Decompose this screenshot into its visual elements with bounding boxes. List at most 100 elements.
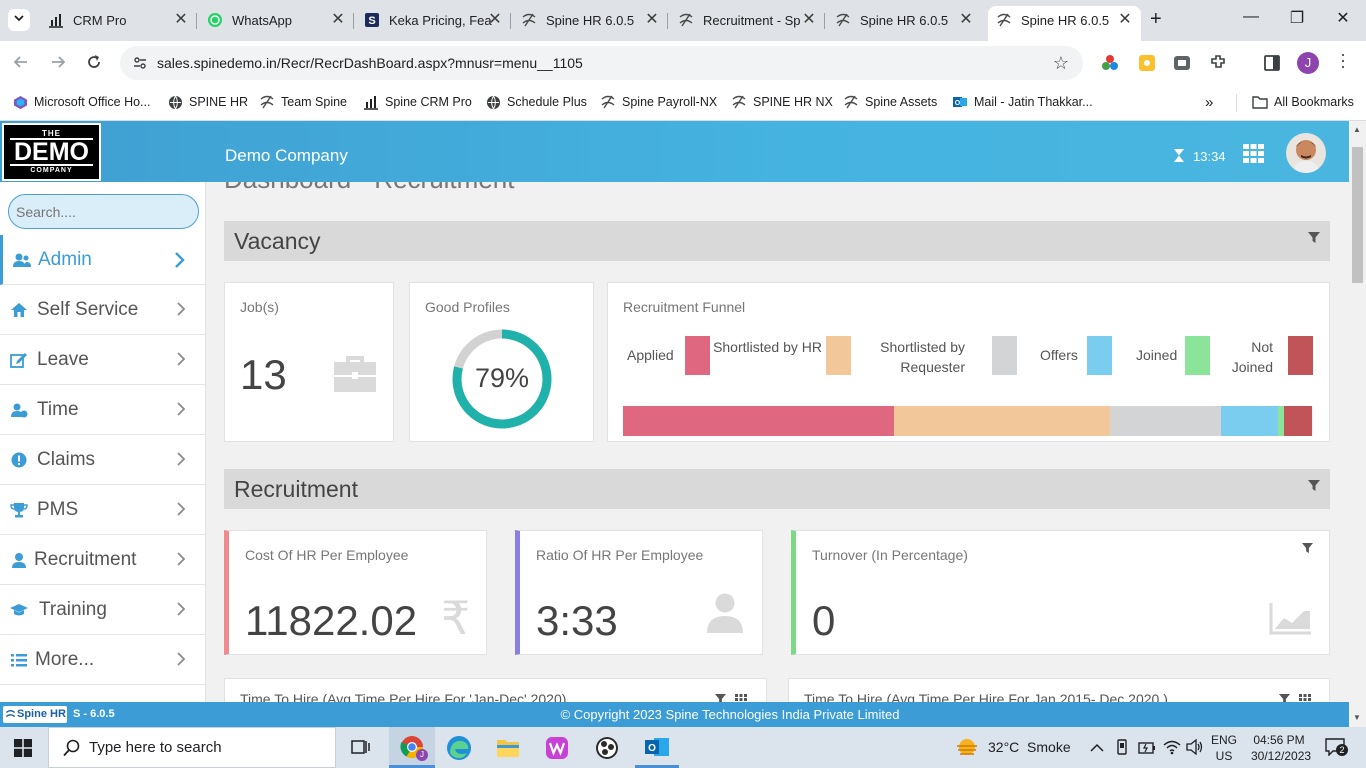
company-logo[interactable]: THE DEMO COMPANY [2,123,101,181]
sidebar-item-label: More... [35,648,95,670]
reload-button[interactable] [85,53,103,76]
system-clock[interactable]: 04:56 PM 30/12/2023 [1251,732,1311,764]
app-w-taskbar-icon[interactable] [545,736,569,765]
extension-grey-icon[interactable] [1173,54,1191,77]
extension-yellow-icon[interactable] [1138,54,1156,77]
browser-tab[interactable]: Spine HR 6.0.5 ✕ [515,6,668,34]
browser-tab[interactable]: Spine HR 6.0.5 ✕ [829,6,982,34]
bookmark-item[interactable]: Microsoft Office Ho... [12,94,150,110]
new-tab-button[interactable]: + [1150,8,1162,31]
file-explorer-taskbar-icon[interactable] [496,737,520,764]
browser-tab-active[interactable]: Spine HR 6.0.5 ✕ [988,6,1141,41]
sidebar-item-recruitment[interactable]: Recruitment [0,535,205,585]
bookmark-item[interactable]: O Mail - Jatin Thakkar... [952,94,1093,110]
scroll-up-icon[interactable]: ▲ [1353,125,1361,134]
restore-button[interactable]: ❐ [1274,8,1320,28]
user-avatar[interactable] [1286,133,1326,173]
funnel-segment[interactable] [623,406,895,436]
language-indicator[interactable]: ENG US [1211,732,1237,764]
sidebar-item-training[interactable]: Training [0,585,205,635]
extension-colorful-icon[interactable] [1101,54,1119,77]
sidebar-item-time[interactable]: Time [0,385,205,435]
users-icon [12,252,32,268]
notification-center-icon[interactable]: 2 [1325,738,1348,761]
task-view-icon[interactable] [351,738,371,761]
bookmark-item[interactable]: Team Spine [259,94,347,110]
wifi-icon[interactable] [1163,739,1181,760]
forward-button[interactable] [49,53,67,76]
funnel-segment[interactable] [1220,406,1279,436]
spine-icon [678,12,694,28]
weather-icon[interactable] [955,737,979,764]
sidebar-search-input[interactable] [8,194,199,229]
all-bookmarks-button[interactable]: All Bookmarks [1252,94,1354,110]
tray-chevron-up-icon[interactable] [1090,740,1104,758]
bookmark-item[interactable]: SPINE HR NX [731,94,833,110]
taskbar-search-box[interactable]: Type here to search [48,727,336,768]
filter-icon[interactable] [1308,231,1320,249]
sidebar-item-admin[interactable]: Admin [0,235,205,285]
close-tab-icon[interactable]: ✕ [1117,11,1133,29]
funnel-segment[interactable] [1283,406,1312,436]
filter-icon[interactable] [715,692,726,702]
tab-search-button[interactable] [8,9,30,31]
apps-grid-icon[interactable] [1243,144,1264,168]
sidebar-item-pms[interactable]: PMS [0,485,205,535]
extensions-puzzle-icon[interactable] [1209,53,1227,76]
battery-icon[interactable] [1138,741,1156,759]
filter-icon[interactable] [1279,692,1290,702]
bookmark-star-icon[interactable]: ☆ [1053,53,1069,74]
scroll-thumb[interactable] [1352,147,1363,283]
close-tab-icon[interactable]: ✕ [330,11,346,29]
grid-menu-icon[interactable] [1299,692,1311,702]
tab-title: CRM Pro [73,12,127,28]
back-button[interactable] [12,53,30,76]
close-tab-icon[interactable]: ✕ [644,11,660,29]
cost-value: 11822.02 [245,597,418,644]
bookmark-item[interactable]: Spine Payroll-NX [600,94,717,110]
sidebar: Admin Self Service Leave Time Claims PMS… [0,182,206,702]
filter-icon[interactable] [1302,541,1313,559]
weather-text[interactable]: 32°C Smoke [988,739,1071,755]
site-info-icon[interactable] [132,55,148,76]
obs-taskbar-icon[interactable] [595,736,619,765]
bookmark-item[interactable]: Schedule Plus [485,94,587,110]
company-name: Demo Company [225,146,348,165]
taskbar-search-placeholder: Type here to search [89,739,222,756]
sidebar-item-claims[interactable]: Claims [0,435,205,485]
bookmark-item[interactable]: SPINE HR [167,94,248,110]
browser-tab[interactable]: CRM Pro ✕ [44,6,197,34]
funnel-segment[interactable] [894,406,1111,436]
sidebar-item-leave[interactable]: Leave [0,335,205,385]
browser-tab[interactable]: Recruitment - Sp ✕ [672,6,825,34]
edge-taskbar-icon[interactable] [446,735,472,766]
funnel-segment[interactable] [1110,406,1221,436]
close-tab-icon[interactable]: ✕ [173,11,189,29]
sidebar-item-self-service[interactable]: Self Service [0,285,205,335]
bookmarks-overflow-button[interactable]: » [1205,94,1213,111]
tray-device-icon[interactable] [1115,739,1129,760]
sidebar-item-more[interactable]: More... [0,635,205,685]
start-button[interactable] [14,739,32,762]
outlook-taskbar-icon[interactable]: O [635,727,679,768]
page-scrollbar[interactable]: ▲ ▼ [1349,121,1366,727]
close-tab-icon[interactable]: ✕ [801,11,817,29]
bookmark-item[interactable]: Spine CRM Pro [363,94,472,110]
volume-icon[interactable] [1186,738,1204,760]
side-panel-icon[interactable] [1263,54,1281,77]
close-tab-icon[interactable]: ✕ [958,11,974,29]
window-close-button[interactable]: ✕ [1320,8,1366,28]
chrome-taskbar-icon[interactable]: J [389,727,435,768]
close-tab-icon[interactable]: ✕ [487,11,503,29]
address-bar[interactable]: sales.spinedemo.in/Recr/RecrDashBoard.as… [120,46,1083,80]
minimize-button[interactable]: — [1228,8,1274,26]
browser-menu-icon[interactable]: · · · [1340,45,1346,75]
grid-menu-icon[interactable] [735,692,747,702]
browser-tab[interactable]: S Keka Pricing, Fea ✕ [358,6,511,34]
filter-icon[interactable] [1308,479,1320,497]
url-text[interactable]: sales.spinedemo.in/Recr/RecrDashBoard.as… [157,55,583,71]
browser-tab[interactable]: WhatsApp ✕ [201,6,354,34]
sidebar-item-label: Time [37,398,79,420]
profile-avatar[interactable]: J [1297,52,1319,74]
bookmark-item[interactable]: Spine Assets [843,94,937,110]
